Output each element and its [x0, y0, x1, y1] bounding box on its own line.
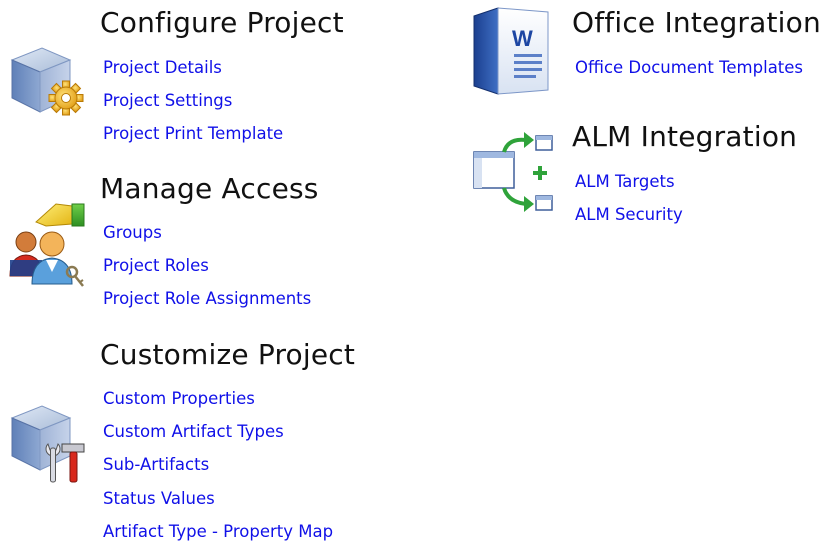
- project-settings-link[interactable]: Project Settings: [103, 91, 283, 124]
- customize-project-links: Custom Properties Custom Artifact Types …: [103, 389, 333, 555]
- sub-artifacts-link[interactable]: Sub-Artifacts: [103, 455, 333, 488]
- artifact-type-property-map-link[interactable]: Artifact Type - Property Map: [103, 522, 333, 555]
- users-key-icon: [6, 200, 88, 294]
- manage-access-links: Groups Project Roles Project Role Assign…: [103, 223, 311, 323]
- project-details-link[interactable]: Project Details: [103, 58, 283, 91]
- alm-integration-title: ALM Integration: [572, 120, 798, 153]
- alm-security-link[interactable]: ALM Security: [575, 205, 683, 238]
- cube-gear-icon: [8, 42, 90, 128]
- customize-project-title: Customize Project: [100, 338, 356, 371]
- configure-project-title: Configure Project: [100, 6, 344, 39]
- office-document-templates-link[interactable]: Office Document Templates: [575, 58, 803, 91]
- alm-integration-links: ALM Targets ALM Security: [575, 172, 683, 238]
- svg-text:W: W: [512, 26, 533, 51]
- cube-tools-icon: [8, 404, 90, 490]
- project-roles-link[interactable]: Project Roles: [103, 256, 311, 289]
- custom-artifact-types-link[interactable]: Custom Artifact Types: [103, 422, 333, 455]
- office-integration-title: Office Integration: [572, 6, 821, 39]
- configure-project-links: Project Details Project Settings Project…: [103, 58, 283, 158]
- custom-properties-link[interactable]: Custom Properties: [103, 389, 333, 422]
- alm-targets-link[interactable]: ALM Targets: [575, 172, 683, 205]
- project-print-template-link[interactable]: Project Print Template: [103, 124, 283, 157]
- manage-access-title: Manage Access: [100, 172, 319, 205]
- status-values-link[interactable]: Status Values: [103, 489, 333, 522]
- office-integration-links: Office Document Templates: [575, 58, 803, 91]
- project-role-assignments-link[interactable]: Project Role Assignments: [103, 289, 311, 322]
- word-document-icon: W: [472, 6, 552, 100]
- sync-windows-icon: [470, 126, 560, 220]
- groups-link[interactable]: Groups: [103, 223, 311, 256]
